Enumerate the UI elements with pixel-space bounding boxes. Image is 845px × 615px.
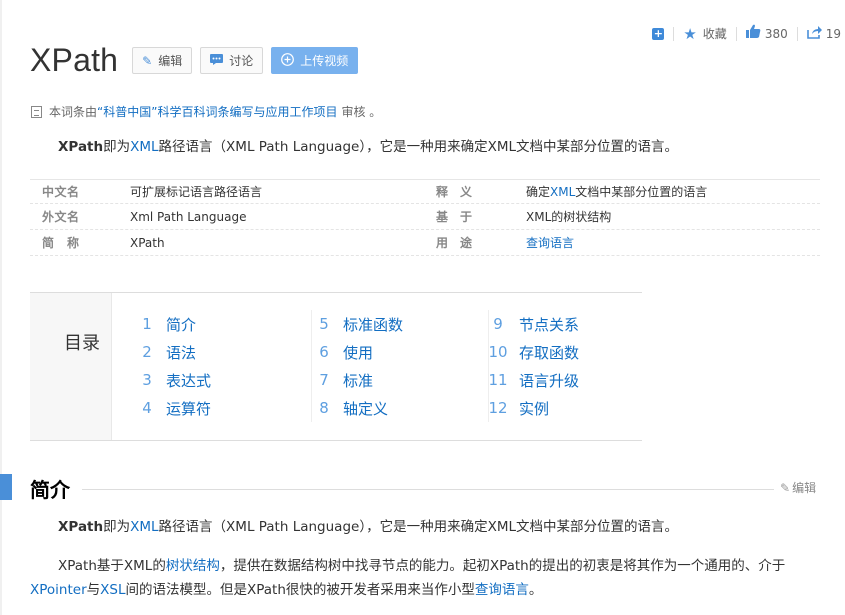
intro-paragraph-1: XPath即为XML路径语言（XML Path Language），它是一种用来… (58, 519, 678, 535)
review-suffix: 审核 。 (341, 105, 382, 119)
document-icon (31, 105, 42, 118)
toc-item[interactable]: 7 标准 (313, 366, 488, 394)
section-edit-button[interactable]: ✎ 编辑 (780, 479, 816, 496)
left-edge (0, 0, 2, 615)
section-title: 简介 (30, 478, 70, 502)
plus-icon: + (652, 26, 665, 40)
page-title: XPath (30, 42, 119, 78)
share-count: 19 (825, 26, 841, 41)
add-button[interactable]: + (652, 26, 665, 40)
toc-column: 5 标准函数 6 使用 7 标准 8 轴定义 (313, 310, 489, 422)
xml-link[interactable]: XML (130, 519, 158, 535)
section-edit-label: 编辑 (792, 481, 817, 495)
plus-circle-icon (281, 52, 295, 69)
info-row: 外文名 Xml Path Language 基 于 XML的树状结构 (30, 204, 820, 230)
info-key: 外文名 (42, 210, 80, 224)
query-language-link[interactable]: 查询语言 (526, 236, 574, 250)
pencil-icon: ✎ (780, 480, 791, 495)
intro-paragraph-2: XPath基于XML的树状结构，提供在数据结构树中找寻节点的能力。起初XPath… (30, 558, 786, 598)
share-button[interactable]: 19 (806, 25, 841, 43)
edit-label: 编辑 (158, 54, 183, 68)
section-marker (0, 474, 12, 500)
info-value: XML的树状结构 (526, 210, 612, 224)
summary-bold: XPath (58, 139, 104, 155)
pencil-icon: ✎ (142, 53, 153, 68)
toc-item[interactable]: 10 存取函数 (485, 338, 661, 366)
info-key: 用 途 (436, 236, 473, 250)
info-value: 可扩展标记语言路径语言 (130, 185, 263, 199)
title-row: XPath ✎ 编辑 讨论 上传视频 (30, 42, 366, 79)
chat-icon (210, 53, 224, 68)
review-prefix: 本词条由 (49, 105, 98, 119)
query-language-link[interactable]: 查询语言 (475, 582, 529, 598)
info-row: 中文名 可扩展标记语言路径语言 释 义 确定XML文档中某部分位置的语言 (30, 179, 820, 204)
like-button[interactable]: 380 (745, 24, 788, 43)
xpointer-link[interactable]: XPointer (30, 582, 87, 598)
info-row: 简 称 XPath 用 途 查询语言 (30, 230, 820, 256)
info-value: Xml Path Language (130, 209, 247, 224)
tree-structure-link[interactable]: 树状结构 (166, 558, 220, 574)
table-of-contents: 目录 1 简介 2 语法 3 表达式 4 运算符 5 标准函数 6 使用 7 标准 8 轴定义 … (30, 292, 642, 441)
basic-info: 中文名 可扩展标记语言路径语言 释 义 确定XML文档中某部分位置的语言 外文名… (30, 179, 820, 256)
discuss-label: 讨论 (229, 54, 254, 68)
xsl-link[interactable]: XSL (100, 582, 125, 598)
toc-item[interactable]: 1 简介 (136, 310, 311, 338)
review-link[interactable]: “科普中国”科学百科词条编写与应用工作项目 (97, 103, 337, 120)
toc-side: 目录 (30, 293, 112, 440)
edit-button[interactable]: ✎ 编辑 (132, 47, 193, 74)
info-key: 基 于 (436, 210, 473, 224)
info-key: 中文名 (42, 185, 80, 199)
info-key: 释 义 (436, 185, 473, 199)
toc-column: 9 节点关系 10 存取函数 11 语言升级 12 实例 (485, 310, 661, 422)
top-toolbar: + ★ 收藏 380 19 (652, 24, 841, 43)
review-note: 本词条由 “科普中国”科学百科词条编写与应用工作项目 审核 。 (31, 103, 381, 120)
share-icon (806, 25, 822, 43)
favorite-label: 收藏 (702, 27, 727, 41)
toc-item[interactable]: 2 语法 (136, 338, 311, 366)
info-key: 简 称 (42, 236, 80, 250)
toc-item[interactable]: 5 标准函数 (313, 310, 488, 338)
toc-item[interactable]: 12 实例 (485, 394, 661, 422)
summary-paragraph: XPath即为XML路径语言（XML Path Language），它是一种用来… (58, 139, 678, 155)
info-value: XPath (130, 235, 165, 250)
toc-item[interactable]: 3 表达式 (136, 366, 311, 394)
discuss-button[interactable]: 讨论 (200, 47, 264, 74)
toc-heading: 目录 (64, 333, 100, 354)
favorite-button[interactable]: ★ 收藏 (683, 25, 726, 42)
upload-video-button[interactable]: 上传视频 (271, 47, 359, 74)
upload-label: 上传视频 (300, 54, 349, 68)
toc-item[interactable]: 4 运算符 (136, 394, 311, 422)
toc-item[interactable]: 6 使用 (313, 338, 488, 366)
info-xml-link[interactable]: XML (550, 185, 575, 199)
like-count: 380 (764, 26, 788, 41)
toc-column: 1 简介 2 语法 3 表达式 4 运算符 (136, 310, 312, 422)
toc-item[interactable]: 8 轴定义 (313, 394, 488, 422)
thumbs-up-icon (745, 24, 761, 43)
info-value: 查询语言 (526, 234, 574, 251)
section-divider (82, 489, 774, 490)
info-value: 确定XML文档中某部分位置的语言 (526, 185, 708, 199)
toc-item[interactable]: 9 节点关系 (485, 310, 661, 338)
xml-link[interactable]: XML (130, 139, 158, 155)
toc-item[interactable]: 11 语言升级 (485, 366, 661, 394)
star-icon: ★ (683, 24, 697, 43)
